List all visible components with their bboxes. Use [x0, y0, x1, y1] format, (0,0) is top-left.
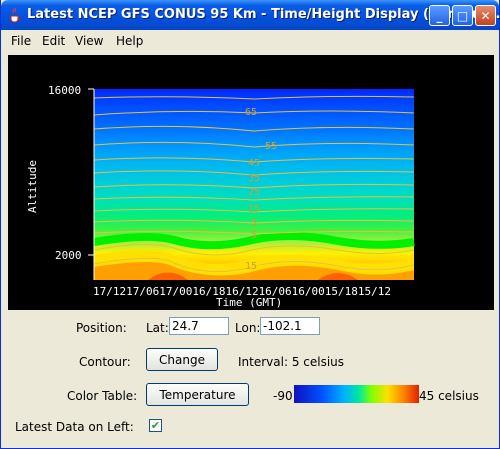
java-cup-icon — [10, 7, 21, 23]
contour-label-35: 35 — [248, 173, 260, 184]
color-table-label: Color Table: — [67, 389, 138, 403]
latest-data-label: Latest Data on Left: — [15, 420, 134, 434]
color-table-button[interactable]: Temperature — [146, 383, 249, 406]
contour-label-45: 45 — [248, 158, 260, 169]
menu-help[interactable]: Help — [116, 34, 143, 48]
lat-label: Lat: — [146, 321, 169, 335]
maximize-button[interactable]: □ — [452, 5, 473, 26]
minimize-button[interactable]: _ — [429, 5, 450, 26]
ytick-2000: 2000 — [55, 249, 82, 262]
menu-edit[interactable]: Edit — [42, 34, 65, 48]
color-max-label: 45 celsius — [419, 389, 479, 403]
color-bar — [294, 385, 419, 403]
title-bar[interactable]: Latest NCEP GFS CONUS 95 Km - Time/Heigh… — [1, 0, 500, 30]
time-height-plot[interactable]: 65 55 45 35 25 15 5 5 15 16000 2000 Alti… — [8, 55, 494, 310]
position-label: Position: — [76, 321, 127, 335]
contour-label-25: 25 — [248, 187, 260, 198]
contour-label-55: 55 — [265, 141, 277, 152]
close-button[interactable]: ✕ — [475, 5, 496, 26]
menu-bar: File Edit View Help — [3, 30, 497, 52]
menu-view[interactable]: View — [75, 34, 103, 48]
contour-interval: Interval: 5 celsius — [238, 355, 345, 369]
contour-label-15b: 15 — [245, 261, 257, 272]
color-min-label: -90 — [273, 389, 293, 403]
menu-file[interactable]: File — [11, 34, 31, 48]
contour-label: Contour: — [79, 355, 131, 369]
lat-field[interactable] — [169, 317, 229, 335]
change-contour-button[interactable]: Change — [146, 348, 218, 371]
app-window: Latest NCEP GFS CONUS 95 Km - Time/Heigh… — [0, 0, 500, 449]
lon-label: Lon: — [235, 321, 261, 335]
x-axis-label: Time (GMT) — [216, 296, 282, 309]
ytick-16000: 16000 — [48, 84, 81, 97]
latest-data-checkbox[interactable]: ✔ — [149, 419, 162, 432]
contour-label-65: 65 — [245, 107, 257, 118]
plot-svg: 65 55 45 35 25 15 5 5 15 16000 2000 Alti… — [26, 84, 415, 309]
y-axis-label: Altitude — [26, 160, 39, 213]
lon-field[interactable] — [260, 317, 320, 335]
contour-label-15: 15 — [248, 204, 260, 215]
contour-label-5a: 5 — [251, 218, 257, 229]
contour-label-5b: 5 — [251, 230, 257, 241]
